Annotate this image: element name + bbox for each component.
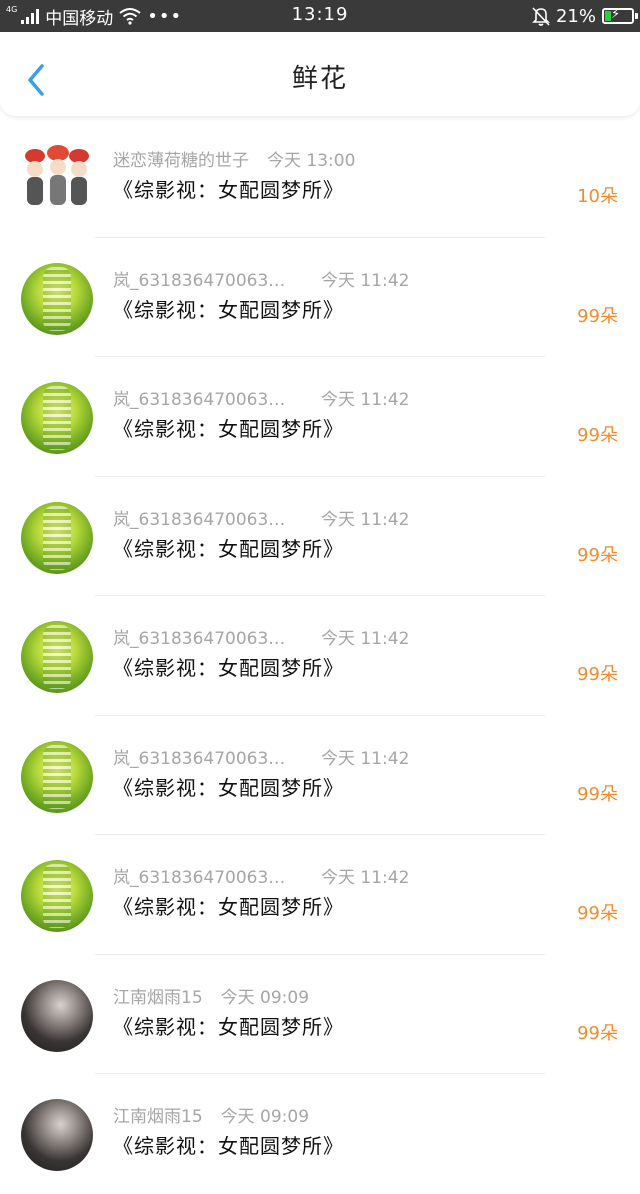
timestamp: 今天 09:09 — [220, 987, 310, 1008]
book-title[interactable]: 《综影视：女配圆梦所》 — [113, 772, 344, 801]
list-item[interactable]: 岚_631836470063… 今天 11:42 《综影视：女配圆梦所》 99朵 — [0, 716, 640, 835]
user-meta: 江南烟雨15 今天 09:09 — [113, 983, 309, 1008]
book-title[interactable]: 《综影视：女配圆梦所》 — [113, 413, 344, 442]
battery-fill — [605, 11, 611, 21]
avatar — [21, 1099, 93, 1171]
book-title[interactable]: 《综影视：女配圆梦所》 — [113, 1011, 344, 1040]
user-meta: 迷恋薄荷糖的世子 今天 13:00 — [113, 146, 355, 171]
timestamp: 今天 11:42 — [321, 270, 410, 291]
user-meta: 江南烟雨15 今天 09:09 — [113, 1102, 309, 1127]
flower-count: 99朵 — [577, 305, 618, 327]
timestamp: 今天 11:42 — [321, 509, 410, 530]
list-item[interactable]: 江南烟雨15 今天 09:09 《综影视：女配圆梦所》 — [0, 1074, 640, 1194]
timestamp: 今天 11:42 — [321, 629, 410, 649]
battery-percent: 21% — [555, 5, 596, 27]
user-meta: 岚_631836470063… 今天 11:42 — [113, 385, 409, 410]
gift-list: 迷恋薄荷糖的世子 今天 13:00 《综影视：女配圆梦所》 10朵 岚_63183… — [0, 118, 640, 1194]
username[interactable]: 岚_631836470063… — [113, 505, 293, 530]
list-item[interactable]: 岚_631836470063… 今天 11:42 《综影视：女配圆梦所》 99朵 — [0, 238, 640, 357]
flower-count: 99朵 — [577, 425, 618, 446]
avatar — [21, 740, 93, 813]
username[interactable]: 岚_631836470063… — [113, 266, 293, 291]
timestamp: 今天 11:42 — [321, 390, 410, 410]
avatar — [21, 382, 93, 454]
username[interactable]: 岚_631836470063… — [113, 744, 293, 769]
username[interactable]: 江南烟雨15 — [113, 1102, 203, 1127]
flower-count: 99朵 — [577, 1022, 618, 1044]
timestamp: 今天 11:42 — [321, 748, 410, 769]
avatar — [21, 143, 93, 215]
book-title[interactable]: 《综影视：女配圆梦所》 — [113, 891, 344, 920]
user-meta: 岚_631836470063… 今天 11:42 — [113, 863, 409, 888]
list-item[interactable]: 岚_631836470063… 今天 11:42 《综影视：女配圆梦所》 99朵 — [0, 357, 640, 477]
list-item[interactable]: 岚_631836470063… 今天 11:42 《综影视：女配圆梦所》 99朵 — [0, 835, 640, 955]
username[interactable]: 江南烟雨15 — [113, 983, 203, 1008]
status-right: 21% ⚡ — [532, 4, 638, 28]
status-bar: 4G 中国移动 ••• 13:19 21% ⚡ — [0, 0, 640, 32]
book-title[interactable]: 《综影视：女配圆梦所》 — [113, 174, 344, 203]
avatar — [21, 979, 93, 1052]
header-bar: 鲜花 — [0, 32, 640, 116]
username[interactable]: 岚_631836470063… — [113, 385, 293, 410]
timestamp: 今天 13:00 — [267, 151, 356, 171]
avatar — [21, 262, 93, 335]
username[interactable]: 岚_631836470063… — [113, 863, 293, 888]
avatar — [21, 860, 93, 932]
flower-count: 99朵 — [577, 783, 618, 805]
flower-count: 10朵 — [577, 186, 618, 207]
user-meta: 岚_631836470063… 今天 11:42 — [113, 505, 409, 530]
page-title: 鲜花 — [291, 64, 348, 94]
book-title[interactable]: 《综影视：女配圆梦所》 — [113, 1130, 344, 1159]
list-item[interactable]: 岚_631836470063… 今天 11:42 《综影视：女配圆梦所》 99朵 — [0, 477, 640, 596]
username[interactable]: 迷恋薄荷糖的世子 — [113, 146, 249, 171]
user-meta: 岚_631836470063… 今天 11:42 — [113, 624, 409, 649]
battery-charging-icon: ⚡ — [602, 7, 638, 24]
book-title[interactable]: 《综影视：女配圆梦所》 — [113, 652, 344, 681]
timestamp: 今天 11:42 — [321, 868, 410, 888]
list-item[interactable]: 迷恋薄荷糖的世子 今天 13:00 《综影视：女配圆梦所》 10朵 — [0, 118, 640, 238]
book-title[interactable]: 《综影视：女配圆梦所》 — [113, 533, 344, 562]
flower-count: 99朵 — [577, 544, 618, 566]
list-item[interactable]: 岚_631836470063… 今天 11:42 《综影视：女配圆梦所》 99朵 — [0, 596, 640, 716]
list-item[interactable]: 江南烟雨15 今天 09:09 《综影视：女配圆梦所》 99朵 — [0, 955, 640, 1074]
mute-bell-icon — [532, 7, 550, 26]
avatar — [21, 621, 93, 693]
user-meta: 岚_631836470063… 今天 11:42 — [113, 266, 409, 291]
flower-count: 99朵 — [577, 903, 618, 924]
flower-count: 99朵 — [577, 664, 618, 685]
username[interactable]: 岚_631836470063… — [113, 624, 293, 649]
timestamp: 今天 09:09 — [220, 1107, 310, 1127]
user-meta: 岚_631836470063… 今天 11:42 — [113, 744, 409, 769]
avatar — [21, 501, 93, 574]
book-title[interactable]: 《综影视：女配圆梦所》 — [113, 294, 344, 323]
